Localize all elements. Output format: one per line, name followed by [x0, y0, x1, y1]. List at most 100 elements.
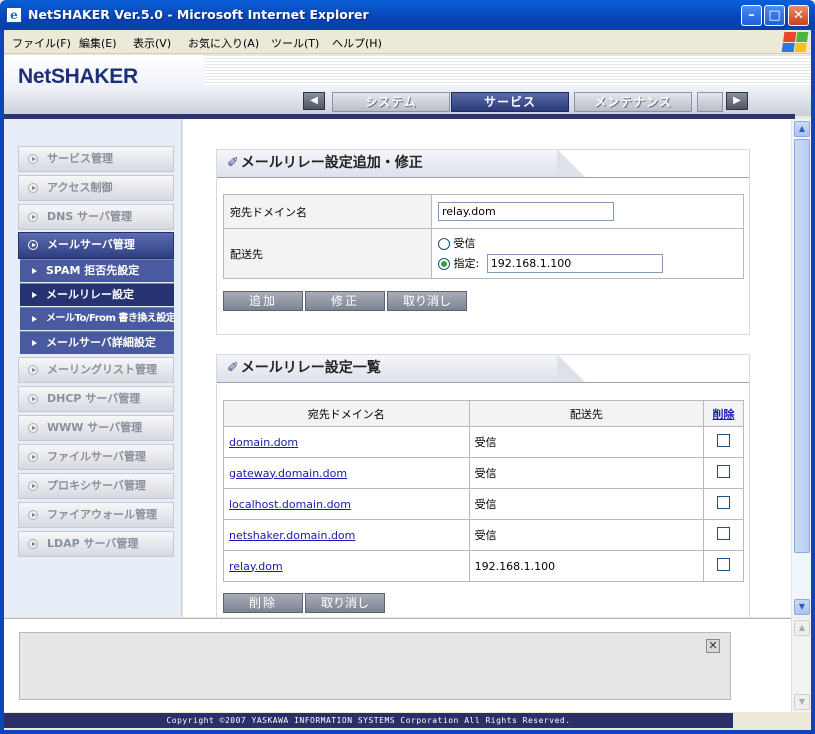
scroll-up-icon[interactable]: ▲	[794, 620, 810, 636]
menu-help[interactable]: ヘルプ(H)	[332, 35, 382, 51]
triangle-icon	[32, 268, 37, 274]
tab-more[interactable]	[697, 92, 723, 112]
menu-edit[interactable]: 編集(E)	[79, 35, 117, 51]
radio-receive[interactable]	[438, 237, 450, 250]
sidebar-sub-detail[interactable]: メールサーバ詳細設定	[20, 331, 174, 354]
sidebar-item-file[interactable]: ファイルサーバ管理	[18, 444, 174, 470]
row-dest: 受信	[468, 457, 705, 489]
row-domain-link[interactable]: relay.dom	[229, 560, 283, 573]
menu-tools[interactable]: ツール(T)	[271, 35, 319, 51]
row-delete-checkbox[interactable]	[717, 434, 731, 447]
panel-title-line	[557, 177, 749, 178]
menu-bar: ファイル(F) 編集(E) 表示(V) お気に入り(A) ツール(T) ヘルプ(…	[0, 30, 815, 54]
menu-file[interactable]: ファイル(F)	[12, 35, 71, 51]
delete-header-link[interactable]: 削除	[713, 408, 735, 421]
sidebar-item-mailinglist[interactable]: メーリングリスト管理	[18, 357, 174, 383]
bullet-arrow-icon	[28, 394, 38, 404]
pen-icon: ✐	[227, 155, 239, 171]
minimize-button[interactable]: –	[741, 5, 762, 26]
panel-title: ✐ メールリレー設定追加・修正	[217, 149, 585, 178]
modify-button[interactable]: 修正	[305, 291, 385, 311]
bullet-arrow-icon	[28, 510, 38, 520]
sidebar-item-label: WWW サーバ管理	[47, 421, 143, 434]
bullet-arrow-icon	[28, 240, 38, 250]
tab-prev-arrow-icon[interactable]: ◀	[303, 92, 325, 110]
sidebar-item-mail[interactable]: メールサーバ管理	[18, 232, 174, 259]
sidebar-item-proxy[interactable]: プロキシサーバ管理	[18, 473, 174, 499]
domain-label: 宛先ドメイン名	[223, 194, 432, 229]
row-delete-checkbox[interactable]	[717, 527, 731, 540]
maximize-button[interactable]: □	[764, 5, 785, 26]
row-delete-checkbox[interactable]	[717, 465, 731, 478]
bullet-arrow-icon	[28, 539, 38, 549]
lower-scrollbar[interactable]: ▲ ▼	[791, 618, 811, 712]
tab-next-arrow-icon[interactable]: ▶	[726, 92, 748, 110]
scroll-down-icon[interactable]: ▼	[794, 694, 810, 710]
sidebar-item-firewall[interactable]: ファイアウォール管理	[18, 502, 174, 528]
row-dest: 192.168.1.100	[468, 550, 705, 582]
row-domain-link[interactable]: netshaker.domain.dom	[229, 529, 355, 542]
add-button[interactable]: 追加	[223, 291, 303, 311]
row-delete-checkbox[interactable]	[717, 496, 731, 509]
tab-maintenance[interactable]: メンテナンス	[574, 92, 692, 112]
main-content: ✐ メールリレー設定追加・修正 宛先ドメイン名 relay.dom 配送先 受信 …	[183, 119, 791, 617]
specify-input[interactable]: 192.168.1.100	[486, 253, 663, 273]
sidebar-item-www[interactable]: WWW サーバ管理	[18, 415, 174, 441]
tab-service[interactable]: サービス	[451, 92, 569, 112]
row-delete-checkbox[interactable]	[717, 558, 731, 571]
sidebar-item-ldap[interactable]: LDAP サーバ管理	[18, 531, 174, 557]
scroll-up-icon[interactable]: ▲	[794, 121, 810, 137]
bullet-arrow-icon	[28, 154, 38, 164]
radio-specify-label: 指定:	[453, 256, 480, 270]
bullet-arrow-icon	[28, 212, 38, 222]
sidebar-sub-label: メールTo/From 書き換え設定	[46, 313, 176, 324]
close-window-button[interactable]: ✕	[788, 5, 809, 26]
windows-logo-icon	[781, 32, 809, 52]
sidebar-item-label: DHCP サーバ管理	[47, 392, 141, 405]
row-domain-link[interactable]: localhost.domain.dom	[229, 498, 351, 511]
sidebar-item-label: アクセス制御	[47, 181, 113, 194]
message-area	[19, 632, 731, 700]
sidebar-item-access[interactable]: アクセス制御	[18, 175, 174, 201]
menu-favorites[interactable]: お気に入り(A)	[188, 35, 259, 51]
row-dest: 受信	[468, 488, 705, 520]
sidebar-item-service[interactable]: サービス管理	[18, 146, 174, 172]
main-scrollbar[interactable]: ▲ ▼	[791, 119, 811, 617]
delete-button[interactable]: 削除	[223, 593, 303, 613]
close-message-icon[interactable]: ✕	[706, 639, 720, 653]
form-cancel-button[interactable]: 取り消し	[387, 291, 467, 311]
table-row: localhost.domain.dom 受信	[223, 488, 744, 520]
table-row: netshaker.domain.dom 受信	[223, 519, 744, 551]
form-title: メールリレー設定追加・修正	[240, 155, 423, 171]
sidebar-sub-rewrite[interactable]: メールTo/From 書き換え設定	[20, 307, 176, 330]
sidebar-item-label: ファイルサーバ管理	[47, 450, 146, 463]
sidebar-sub-label: SPAM 拒否先設定	[46, 264, 140, 277]
row-dest: 受信	[468, 519, 705, 551]
menu-view[interactable]: 表示(V)	[133, 35, 171, 51]
sidebar-sub-spam[interactable]: SPAM 拒否先設定	[20, 259, 174, 282]
relay-form-panel: ✐ メールリレー設定追加・修正 宛先ドメイン名 relay.dom 配送先 受信 …	[216, 149, 750, 335]
app-header: NetSHAKER ◀ システム サービス メンテナンス ▶	[4, 55, 811, 116]
lower-frame: ✕	[4, 618, 811, 712]
triangle-icon	[32, 340, 37, 346]
triangle-icon	[32, 292, 37, 298]
domain-input[interactable]: relay.dom	[438, 202, 614, 221]
panel-title: ✐ メールリレー設定一覧	[217, 354, 585, 383]
radio-specify[interactable]	[438, 257, 450, 270]
sidebar-item-dhcp[interactable]: DHCP サーバ管理	[18, 386, 174, 412]
tab-system[interactable]: システム	[332, 92, 450, 112]
list-cancel-button[interactable]: 取り消し	[305, 593, 385, 613]
col-dest: 配送先	[468, 400, 705, 427]
table-row: gateway.domain.dom 受信	[223, 457, 744, 489]
row-domain-link[interactable]: domain.dom	[229, 436, 298, 449]
sidebar-item-label: DNS サーバ管理	[47, 210, 132, 223]
copyright-footer: Copyright ©2007 YASKAWA INFORMATION SYST…	[4, 713, 733, 728]
sidebar-sub-relay[interactable]: メールリレー設定	[20, 283, 174, 306]
window-title: NetSHAKER Ver.5.0 - Microsoft Internet E…	[28, 7, 369, 22]
window-frame-bottom	[0, 730, 815, 734]
sidebar-item-dns[interactable]: DNS サーバ管理	[18, 204, 174, 230]
window-titlebar: e NetSHAKER Ver.5.0 - Microsoft Internet…	[0, 0, 815, 30]
scroll-thumb[interactable]	[794, 139, 810, 553]
scroll-down-icon[interactable]: ▼	[794, 599, 810, 615]
row-domain-link[interactable]: gateway.domain.dom	[229, 467, 347, 480]
